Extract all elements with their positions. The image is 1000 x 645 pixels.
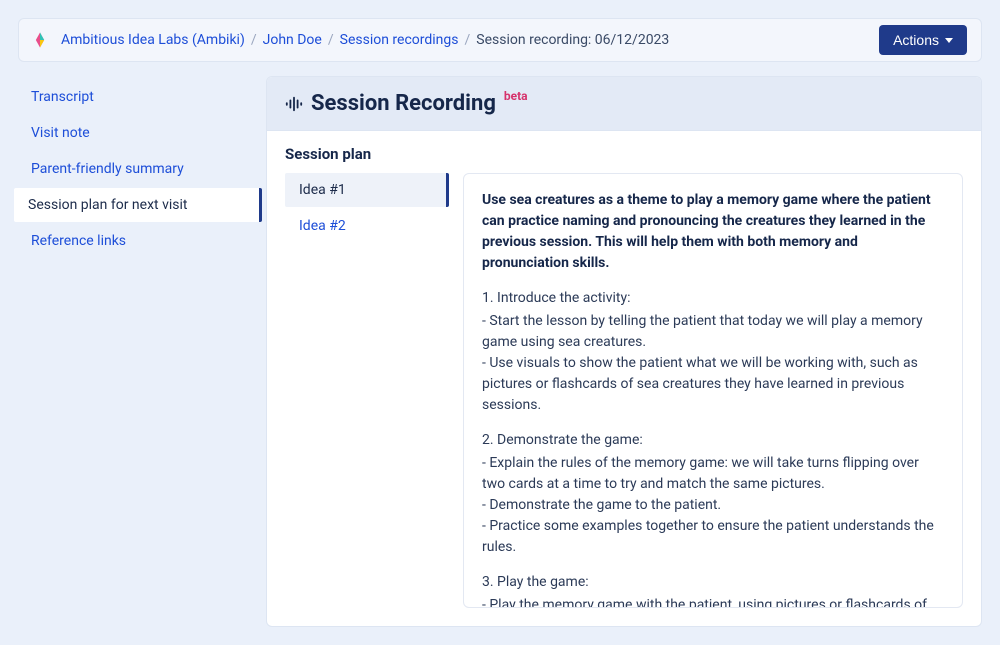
step-line: - Demonstrate the game to the patient. <box>482 495 944 516</box>
section-title: Session plan <box>285 145 963 163</box>
audio-wave-icon <box>285 95 303 113</box>
breadcrumb-org[interactable]: Ambitious Idea Labs (Ambiki) <box>61 32 245 48</box>
step-line: - Practice some examples together to ens… <box>482 516 944 558</box>
step-block: 2. Demonstrate the game:- Explain the ru… <box>482 430 944 558</box>
breadcrumb-bar: Ambitious Idea Labs (Ambiki) / John Doe … <box>18 18 982 62</box>
breadcrumb-section[interactable]: Session recordings <box>340 32 459 48</box>
step-title: 2. Demonstrate the game: <box>482 430 944 451</box>
step-block: 3. Play the game: - Play the memory game … <box>482 572 944 608</box>
sidebar-item[interactable]: Session plan for next visit <box>14 188 262 222</box>
idea-tabs: Idea #1Idea #2 <box>285 173 449 608</box>
step-line: - Use visuals to show the patient what w… <box>482 353 944 416</box>
sidebar-item[interactable]: Visit note <box>14 116 262 150</box>
breadcrumb-separator: / <box>465 32 471 48</box>
actions-button-label: Actions <box>893 32 939 48</box>
step-block: 1. Introduce the activity:- Start the le… <box>482 288 944 416</box>
step-line: - Play the memory game with the patient,… <box>482 595 944 608</box>
breadcrumb-user[interactable]: John Doe <box>263 32 322 48</box>
actions-button[interactable]: Actions <box>879 25 967 55</box>
beta-badge: beta <box>504 89 528 103</box>
idea-intro: Use sea creatures as a theme to play a m… <box>482 190 944 274</box>
sidebar-item[interactable]: Parent-friendly summary <box>14 152 262 186</box>
breadcrumb: Ambitious Idea Labs (Ambiki) / John Doe … <box>61 32 879 48</box>
app-logo-icon <box>29 29 51 51</box>
page-title: Session Recording <box>311 91 496 116</box>
step-title: 3. Play the game: <box>482 572 944 593</box>
sidebar-item[interactable]: Reference links <box>14 224 262 258</box>
step-line: - Explain the rules of the memory game: … <box>482 453 944 495</box>
sidebar: TranscriptVisit noteParent-friendly summ… <box>14 76 262 627</box>
breadcrumb-current: Session recording: 06/12/2023 <box>476 32 669 48</box>
idea-content: Use sea creatures as a theme to play a m… <box>463 173 963 608</box>
idea-tab[interactable]: Idea #2 <box>285 209 449 243</box>
sidebar-item[interactable]: Transcript <box>14 80 262 114</box>
main-panel: Session Recording beta Session plan Idea… <box>266 76 982 627</box>
main-header: Session Recording beta <box>267 77 981 131</box>
breadcrumb-separator: / <box>328 32 334 48</box>
step-title: 1. Introduce the activity: <box>482 288 944 309</box>
chevron-down-icon <box>945 38 953 43</box>
step-line: - Start the lesson by telling the patien… <box>482 311 944 353</box>
breadcrumb-separator: / <box>251 32 257 48</box>
idea-tab[interactable]: Idea #1 <box>285 173 449 207</box>
